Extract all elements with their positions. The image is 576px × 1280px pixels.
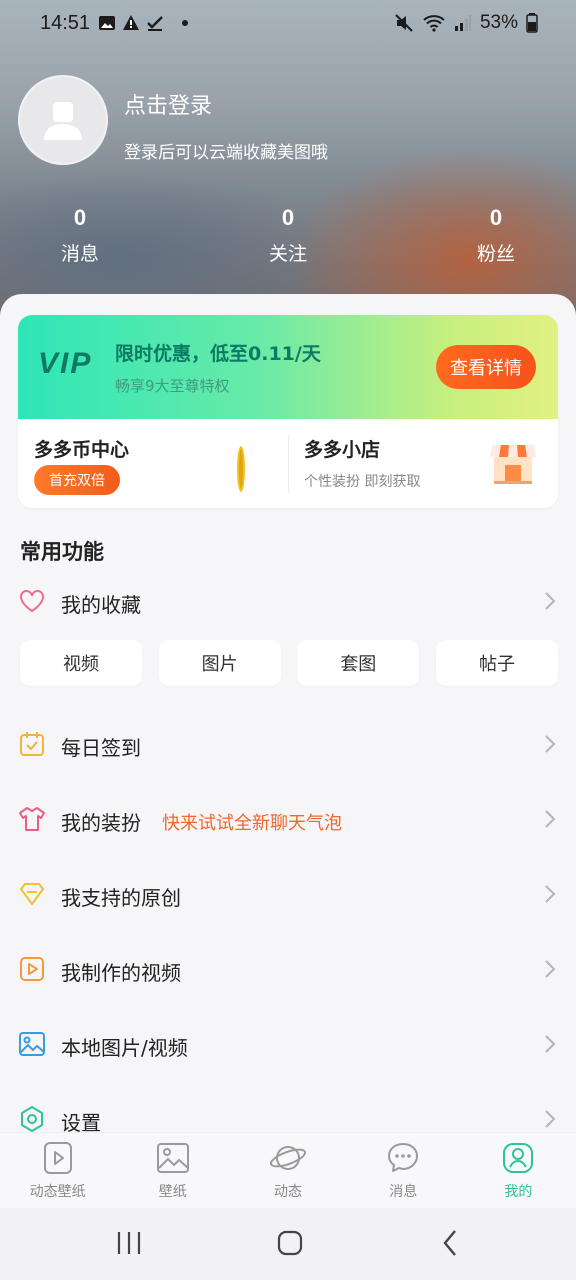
header-background: [0, 0, 576, 330]
diamond-icon: [20, 883, 44, 905]
vip-subtitle: 畅享9大至尊特权: [115, 377, 230, 395]
gallery-notification-icon: [99, 16, 115, 30]
menu-row-favorites[interactable]: 我的收藏: [0, 575, 576, 631]
nav-label: 消息: [389, 1184, 418, 1200]
menu-label: 我的收藏: [61, 593, 141, 617]
chevron-right-icon: [545, 592, 556, 610]
chip-post[interactable]: 帖子: [435, 640, 558, 686]
avatar[interactable]: [18, 75, 108, 165]
coin-center-title: 多多币中心: [34, 439, 130, 461]
bottom-nav: 动态壁纸 壁纸 动态 消息 我的: [0, 1132, 576, 1208]
profile-stats: 0 消息 0 关注 0 粉丝: [0, 205, 576, 275]
status-bar: 14:51 53%: [0, 0, 576, 48]
shop-subtitle: 个性装扮 即刻获取: [304, 474, 421, 490]
chip-video[interactable]: 视频: [20, 640, 142, 686]
stat-messages[interactable]: 0 消息: [20, 205, 140, 266]
back-icon[interactable]: [440, 1228, 460, 1258]
nav-wallpaper[interactable]: 壁纸: [115, 1133, 230, 1208]
mute-icon: [395, 14, 413, 32]
nav-label: 我的: [504, 1184, 533, 1200]
menu-row-supported-originals[interactable]: 我支持的原创: [0, 868, 576, 924]
chevron-right-icon: [545, 1035, 556, 1053]
battery-icon: [526, 13, 538, 33]
notification-icons: [98, 14, 188, 32]
recent-apps-icon[interactable]: [116, 1228, 142, 1258]
image-icon: [19, 1032, 45, 1056]
login-title[interactable]: 点击登录: [124, 88, 212, 120]
user-placeholder-icon: [44, 102, 82, 140]
stat-label: 粉丝: [476, 243, 515, 265]
stat-label: 关注: [268, 243, 307, 265]
vip-banner[interactable]: VIP 限时优惠，低至0.11/天 畅享9大至尊特权 查看详情: [18, 315, 558, 419]
nav-label: 壁纸: [158, 1184, 187, 1200]
first-charge-badge: 首充双倍: [34, 465, 120, 495]
nav-label: 动态: [274, 1184, 302, 1200]
nav-messages[interactable]: 消息: [346, 1133, 461, 1208]
vip-title: 限时优惠，低至0.11/天: [115, 343, 321, 365]
home-icon[interactable]: [276, 1228, 304, 1258]
shop-icon: [490, 445, 536, 484]
nav-live-wallpaper[interactable]: 动态壁纸: [0, 1133, 115, 1208]
chip-image[interactable]: 图片: [158, 640, 281, 686]
stat-count: 0: [73, 205, 87, 230]
chat-bubble-icon: [388, 1143, 419, 1172]
wifi-icon: [423, 15, 445, 32]
menu-label: 本地图片/视频: [61, 1036, 188, 1060]
video-play-icon: [20, 957, 44, 981]
stat-count: 0: [489, 205, 503, 230]
system-navigation-bar: [0, 1208, 576, 1280]
menu-label: 设置: [61, 1111, 101, 1132]
status-right: 53%: [394, 12, 538, 34]
stat-count: 0: [281, 205, 295, 230]
menu-row-daily-checkin[interactable]: 每日签到: [0, 718, 576, 774]
chevron-right-icon: [545, 960, 556, 978]
stat-label: 消息: [60, 243, 99, 265]
menu-label: 我制作的视频: [61, 961, 181, 985]
warning-notification-icon: [123, 15, 139, 30]
coin-center[interactable]: 多多币中心 首充双倍: [18, 419, 288, 508]
nav-feed[interactable]: 动态: [230, 1133, 345, 1208]
favorites-chips: 视频 图片 套图 帖子: [20, 640, 558, 686]
menu-row-local-media[interactable]: 本地图片/视频: [0, 1018, 576, 1074]
menu-label: 我支持的原创: [61, 886, 181, 910]
signal-icon: [454, 15, 471, 31]
status-time: 14:51: [40, 12, 91, 34]
outfit-promo-text: 快来试试全新聊天气泡: [162, 813, 342, 834]
live-wallpaper-icon: [43, 1142, 72, 1174]
menu-row-my-videos[interactable]: 我制作的视频: [0, 943, 576, 999]
nav-label: 动态壁纸: [29, 1184, 86, 1200]
vip-details-button[interactable]: 查看详情: [436, 345, 536, 389]
gear-icon: [21, 1106, 43, 1132]
menu-label: 每日签到: [61, 736, 141, 760]
stat-fans[interactable]: 0 粉丝: [436, 205, 556, 266]
battery-percent: 53%: [479, 12, 518, 33]
download-done-icon: [147, 16, 163, 31]
profile-icon: [503, 1143, 534, 1173]
shop-title: 多多小店: [304, 439, 381, 461]
shirt-icon: [19, 807, 45, 831]
chevron-right-icon: [545, 735, 556, 753]
coin-icon: [237, 446, 245, 492]
chevron-right-icon: [545, 810, 556, 828]
login-subtitle: 登录后可以云端收藏美图哦: [124, 143, 328, 163]
more-notifications-dot-icon: [182, 20, 188, 26]
vip-logo: VIP: [38, 347, 93, 380]
heart-icon: [20, 590, 44, 613]
chip-image-set[interactable]: 套图: [297, 640, 420, 686]
chevron-right-icon: [545, 1110, 556, 1128]
menu-row-settings[interactable]: 设置: [0, 1093, 576, 1132]
chevron-right-icon: [545, 885, 556, 903]
nav-me[interactable]: 我的: [461, 1133, 576, 1208]
menu-row-my-outfit[interactable]: 我的装扮 快来试试全新聊天气泡: [0, 793, 576, 849]
calendar-check-icon: [20, 732, 44, 756]
wallpaper-icon: [156, 1143, 189, 1173]
section-title: 常用功能: [20, 540, 104, 564]
shop-entry[interactable]: 多多小店 个性装扮 即刻获取: [288, 419, 558, 508]
menu-label: 我的装扮: [61, 811, 141, 835]
planet-icon: [269, 1146, 307, 1170]
stat-following[interactable]: 0 关注: [228, 205, 348, 266]
vip-card: VIP 限时优惠，低至0.11/天 畅享9大至尊特权 查看详情 多多币中心 首充…: [18, 315, 558, 508]
